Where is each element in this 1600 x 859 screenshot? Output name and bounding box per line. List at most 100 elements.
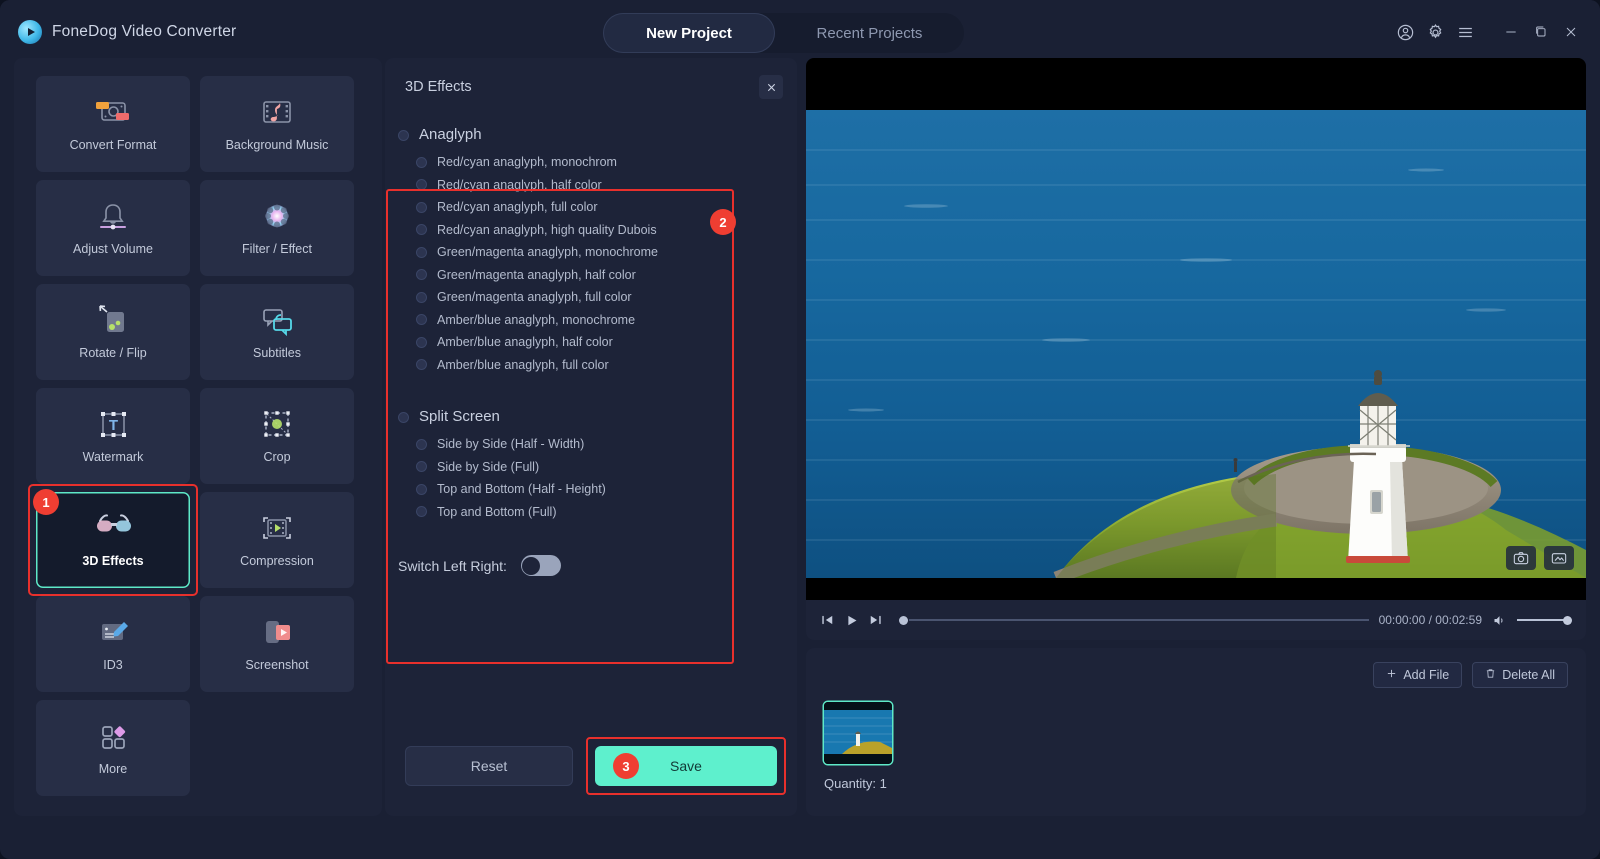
close-icon[interactable] xyxy=(759,75,783,99)
sidebar-item-background-music[interactable]: Background Music xyxy=(200,76,354,172)
video-canvas[interactable] xyxy=(806,58,1586,600)
group-title: Split Screen xyxy=(419,408,500,425)
video-preview: 00:00:00 / 00:02:59 xyxy=(806,58,1586,640)
app-title: FoneDog Video Converter xyxy=(52,22,237,40)
sidebar-item-subtitles[interactable]: Subtitles xyxy=(200,284,354,380)
account-icon[interactable] xyxy=(1390,17,1420,47)
reset-button[interactable]: Reset xyxy=(405,746,573,786)
switch-left-right-toggle[interactable] xyxy=(520,555,561,576)
compression-icon xyxy=(258,512,296,546)
option-row[interactable]: Amber/blue anaglyph, full color xyxy=(386,354,783,377)
skip-next-icon[interactable] xyxy=(869,613,883,627)
radio-icon[interactable] xyxy=(416,246,427,258)
tab-new-project[interactable]: New Project xyxy=(603,13,775,53)
title-bar: FoneDog Video Converter New Project Rece… xyxy=(0,0,1600,63)
watermark-icon: T xyxy=(94,408,132,442)
radio-icon[interactable] xyxy=(416,314,427,326)
add-file-button[interactable]: Add File xyxy=(1373,662,1463,688)
option-row[interactable]: Side by Side (Half - Width) xyxy=(386,433,783,456)
option-label: Red/cyan anaglyph, full color xyxy=(437,200,598,215)
option-row[interactable]: Red/cyan anaglyph, monochrom xyxy=(386,151,783,174)
delete-all-button[interactable]: Delete All xyxy=(1472,662,1568,688)
group-header[interactable]: Split Screen xyxy=(386,408,783,425)
option-label: Green/magenta anaglyph, monochrome xyxy=(437,245,658,260)
option-row[interactable]: Green/magenta anaglyph, half color xyxy=(386,264,783,287)
add-file-label: Add File xyxy=(1403,668,1450,682)
close-icon[interactable] xyxy=(1556,17,1586,47)
more-grid-icon xyxy=(94,720,132,754)
option-row[interactable]: Green/magenta anaglyph, monochrome xyxy=(386,241,783,264)
rotate-flip-icon xyxy=(94,304,132,338)
radio-icon[interactable] xyxy=(416,269,427,281)
volume-handle[interactable] xyxy=(1563,615,1572,625)
sidebar-item-rotate-flip[interactable]: Rotate / Flip xyxy=(36,284,190,380)
radio-icon[interactable] xyxy=(416,506,427,518)
option-label: Red/cyan anaglyph, half color xyxy=(437,177,602,192)
switch-label: Switch Left Right: xyxy=(398,557,507,574)
sidebar-item-crop[interactable]: Crop xyxy=(200,388,354,484)
seek-handle[interactable] xyxy=(899,615,908,625)
radio-icon[interactable] xyxy=(416,359,427,371)
sidebar-item-3d-effects[interactable]: 1 3D Effects xyxy=(28,484,198,596)
sidebar-item-compression[interactable]: Compression xyxy=(200,492,354,588)
minimize-icon[interactable] xyxy=(1496,17,1526,47)
radio-icon[interactable] xyxy=(416,179,427,191)
switch-left-right-row: Switch Left Right: xyxy=(386,555,783,576)
window-controls xyxy=(1390,17,1586,47)
svg-text:T: T xyxy=(109,417,118,434)
option-row[interactable]: Amber/blue anaglyph, monochrome xyxy=(386,309,783,332)
radio-icon[interactable] xyxy=(416,336,427,348)
hamburger-menu-icon[interactable] xyxy=(1450,17,1480,47)
snapshot-camera-icon[interactable] xyxy=(1506,546,1536,570)
radio-icon[interactable] xyxy=(398,129,409,141)
tool-tile-grid: Convert Format Background Music Adjust V… xyxy=(28,76,360,796)
option-row[interactable]: Top and Bottom (Half - Height) xyxy=(386,478,783,501)
sidebar-item-label: Screenshot xyxy=(245,658,309,672)
radio-icon[interactable] xyxy=(398,411,409,423)
volume-icon[interactable] xyxy=(1492,613,1507,628)
option-label: Side by Side (Half - Width) xyxy=(437,437,585,452)
crop-icon xyxy=(258,408,296,442)
sidebar-item-label: Compression xyxy=(240,554,314,568)
option-row[interactable]: Green/magenta anaglyph, full color xyxy=(386,286,783,309)
sidebar-item-label: Rotate / Flip xyxy=(79,346,147,360)
sidebar-item-filter-effect[interactable]: Filter / Effect xyxy=(200,180,354,276)
sidebar-item-id3[interactable]: ID3 xyxy=(36,596,190,692)
plus-icon xyxy=(1386,668,1397,682)
group-header[interactable]: Anaglyph xyxy=(386,126,783,143)
screenshot-icon xyxy=(258,616,296,650)
maximize-icon[interactable] xyxy=(1526,17,1556,47)
options-area: 2 Anaglyph Red/cyan anaglyph, monochrom … xyxy=(386,126,783,664)
option-row[interactable]: Top and Bottom (Full) xyxy=(386,501,783,524)
sidebar-item-label: More xyxy=(98,762,128,776)
volume-slider[interactable] xyxy=(1517,614,1572,626)
step-badge-3: 3 xyxy=(613,753,639,779)
radio-icon[interactable] xyxy=(416,483,427,495)
panel-header: 3D Effects xyxy=(385,58,797,116)
background-music-icon xyxy=(258,96,296,130)
file-thumbnail[interactable] xyxy=(824,702,892,764)
preview-overlay-buttons xyxy=(1506,546,1574,570)
subtitles-icon xyxy=(258,304,296,338)
tab-recent-projects[interactable]: Recent Projects xyxy=(775,13,964,53)
radio-icon[interactable] xyxy=(416,461,427,473)
radio-icon[interactable] xyxy=(416,291,427,303)
option-row[interactable]: Side by Side (Full) xyxy=(386,456,783,479)
sidebar-item-more[interactable]: More xyxy=(36,700,190,796)
settings-gear-icon[interactable] xyxy=(1420,17,1450,47)
gif-record-icon[interactable] xyxy=(1544,546,1574,570)
sidebar-item-screenshot[interactable]: Screenshot xyxy=(200,596,354,692)
seek-slider[interactable] xyxy=(899,614,1369,626)
option-row[interactable]: Amber/blue anaglyph, half color xyxy=(386,331,783,354)
sidebar-item-convert-format[interactable]: Convert Format xyxy=(36,76,190,172)
play-icon[interactable] xyxy=(844,613,859,628)
option-row[interactable]: Red/cyan anaglyph, half color xyxy=(386,174,783,197)
radio-icon[interactable] xyxy=(416,156,427,168)
radio-icon[interactable] xyxy=(416,438,427,450)
radio-icon[interactable] xyxy=(416,201,427,213)
radio-icon[interactable] xyxy=(416,224,427,236)
skip-previous-icon[interactable] xyxy=(820,613,834,627)
sidebar-item-adjust-volume[interactable]: Adjust Volume xyxy=(36,180,190,276)
play-logo-icon xyxy=(18,19,42,44)
sidebar-item-watermark[interactable]: T Watermark xyxy=(36,388,190,484)
